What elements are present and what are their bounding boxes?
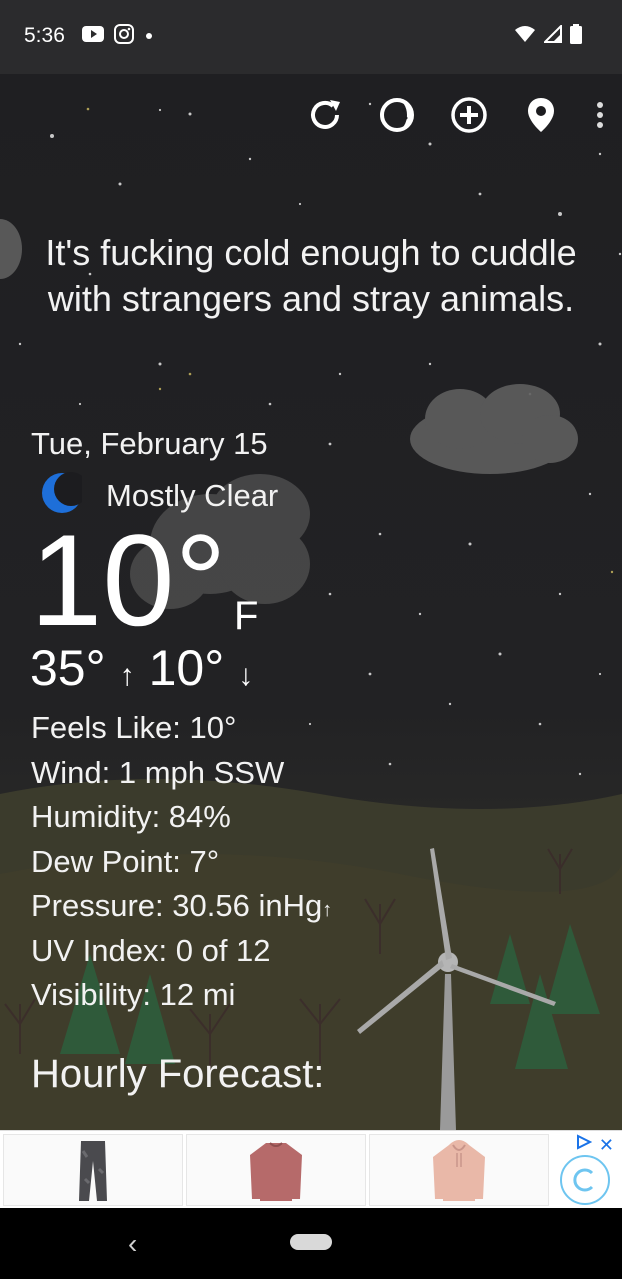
- arrow-down-icon: ↓: [238, 659, 254, 692]
- toolbar: [306, 96, 606, 139]
- low-temperature: 10°: [148, 640, 225, 696]
- add-location-icon: [450, 96, 488, 139]
- hourly-forecast-title: Hourly Forecast:: [31, 1052, 325, 1096]
- ad-choices-icon[interactable]: [576, 1134, 593, 1155]
- system-icons: [514, 23, 582, 49]
- high-temperature: 35°: [30, 640, 106, 696]
- battery-icon: [570, 24, 582, 49]
- detail-uv-index: UV Index: 0 of 12: [31, 932, 271, 968]
- hoodie-image: [431, 1139, 487, 1208]
- detail-feels-like: Feels Like: 10°: [31, 710, 237, 745]
- high-low: 35° ↑ 10° ↓: [30, 639, 253, 697]
- detail-pressure: Pressure: 30.56 inHg↑: [31, 884, 332, 929]
- ad-product-sweatshirt[interactable]: [186, 1134, 366, 1206]
- ad-product-hoodie[interactable]: [369, 1134, 549, 1206]
- detail-dew-point: Dew Point: 7°: [31, 843, 220, 879]
- instagram-icon: [114, 24, 134, 49]
- pressure-text: Pressure: 30.56 inHg: [31, 888, 323, 923]
- brand-logo-icon: [560, 1155, 610, 1205]
- sweatshirt-image: [248, 1139, 304, 1208]
- detail-humidity: Humidity: 84%: [31, 799, 231, 834]
- wifi-icon: [514, 25, 536, 48]
- moon-phase-icon: [378, 96, 416, 139]
- forecast-date: Tue, February 15: [31, 426, 268, 461]
- weather-quote: It's fucking cold enough to cuddle with …: [45, 232, 577, 319]
- weather-details: Feels Like: 10° Wind: 1 mph SSW Humidity…: [31, 706, 332, 1018]
- current-temperature: 10°: [30, 507, 227, 653]
- navigation-bar: ‹: [0, 1208, 622, 1279]
- status-time: 5:36: [24, 24, 65, 47]
- ad-close-button[interactable]: ✕: [599, 1135, 614, 1156]
- detail-visibility: Visibility: 12 mi: [31, 977, 236, 1012]
- detail-wind: Wind: 1 mph SSW: [31, 754, 285, 790]
- add-location-button[interactable]: [450, 96, 488, 139]
- ad-product-joggers[interactable]: [3, 1134, 183, 1206]
- more-options-button[interactable]: [594, 98, 606, 136]
- more-vert-icon: [596, 101, 604, 134]
- ad-banner[interactable]: ✕: [0, 1130, 622, 1209]
- arrow-up-icon: ↑: [119, 659, 135, 692]
- home-button[interactable]: [290, 1234, 332, 1250]
- refresh-icon: [306, 96, 344, 139]
- notification-icons: [82, 24, 154, 49]
- back-button[interactable]: ‹: [128, 1228, 137, 1260]
- signal-icon: [542, 23, 562, 48]
- moon-phase-button[interactable]: [378, 96, 416, 139]
- refresh-button[interactable]: [306, 98, 344, 136]
- dot-icon: [144, 28, 154, 46]
- youtube-icon: [82, 26, 104, 47]
- location-pin-icon: [526, 96, 556, 139]
- joggers-image: [73, 1139, 113, 1208]
- temperature-unit: F: [234, 594, 259, 638]
- location-button[interactable]: [522, 96, 560, 139]
- status-bar: 5:36: [0, 0, 622, 74]
- weather-scene: It's fucking cold enough to cuddle with …: [0, 74, 622, 1130]
- arrow-up-small-icon: ↑: [322, 899, 333, 921]
